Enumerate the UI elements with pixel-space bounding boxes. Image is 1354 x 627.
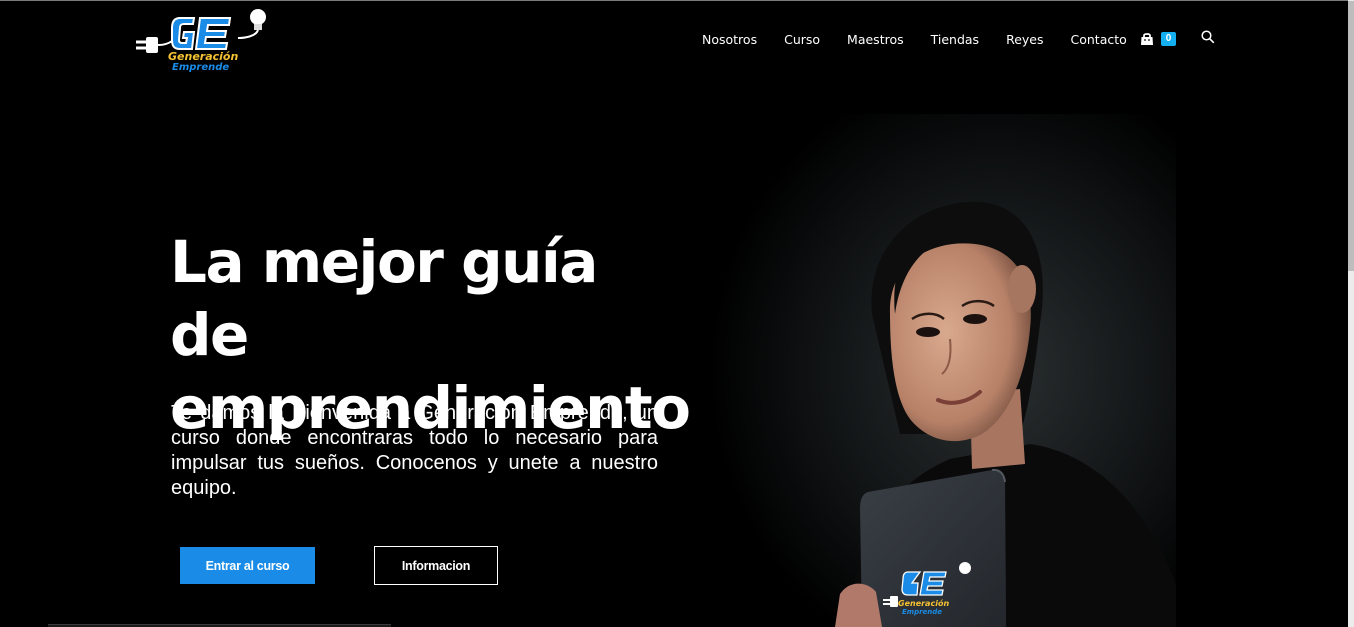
nav-item-contacto[interactable]: Contacto [1071, 32, 1127, 47]
logo-text-line2: Emprende [172, 62, 229, 72]
nav-item-maestros[interactable]: Maestros [847, 32, 904, 47]
nav-item-reyes[interactable]: Reyes [1006, 32, 1043, 47]
search-button[interactable] [1201, 30, 1217, 46]
nav-item-tiendas[interactable]: Tiendas [931, 32, 979, 47]
cart-button[interactable]: 0 [1140, 30, 1180, 48]
nav-item-curso[interactable]: Curso [784, 32, 820, 47]
svg-text:Emprende: Emprende [902, 608, 942, 616]
logo-graphic: Generación Emprende [136, 9, 266, 73]
enter-course-button[interactable]: Entrar al curso [180, 547, 315, 584]
cart-count-badge: 0 [1161, 32, 1176, 46]
hero-description: Te damos la Bienvenida a Generación Empr… [171, 402, 658, 499]
hero-title-line1: La mejor guía de [170, 228, 598, 369]
page-scrollbar[interactable] [1348, 0, 1354, 627]
svg-text:Generación: Generación [898, 598, 949, 608]
site-logo[interactable]: Generación Emprende [134, 4, 274, 73]
nav-item-nosotros[interactable]: Nosotros [702, 32, 757, 47]
search-icon [1201, 30, 1215, 44]
window-top-border [0, 0, 1354, 1]
info-button[interactable]: Informacion [374, 546, 498, 585]
scrollbar-thumb[interactable] [1348, 1, 1354, 271]
main-nav: Nosotros Curso Maestros Tiendas Reyes Co… [702, 30, 1154, 48]
hero-image: Generación Emprende [700, 114, 1176, 627]
shopping-bag-icon [1141, 33, 1153, 45]
hero-photo: Generación Emprende [700, 114, 1176, 627]
